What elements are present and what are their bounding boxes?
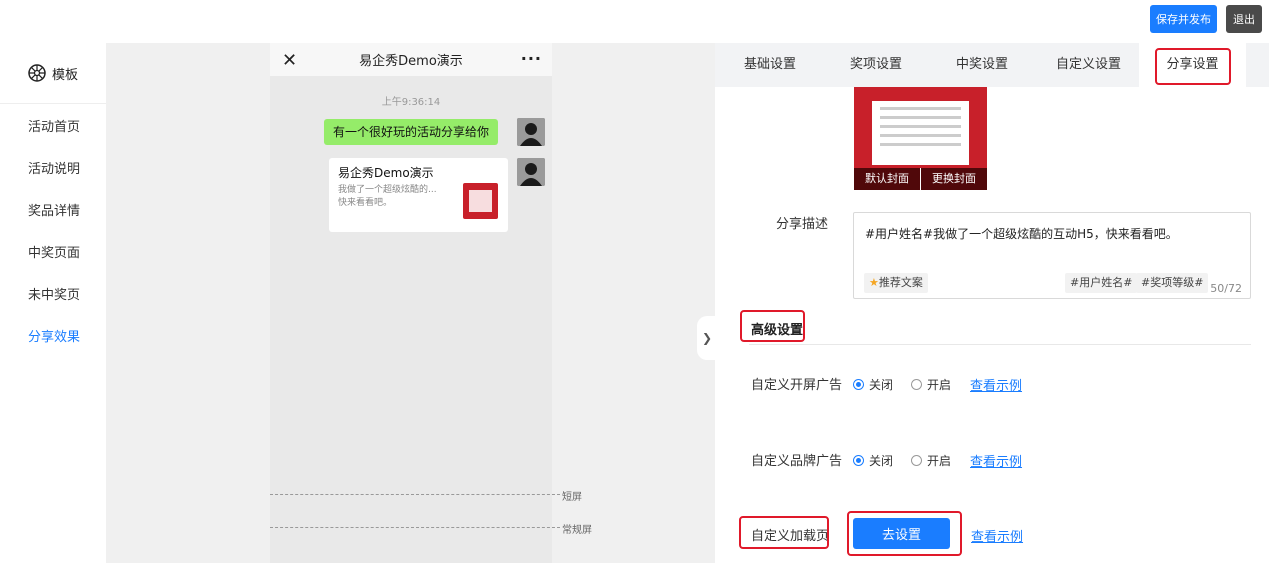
sidebar-item-home[interactable]: 活动首页	[0, 104, 106, 146]
tag-user-name[interactable]: #用户姓名#	[1065, 273, 1138, 293]
phone-header: ✕ 易企秀Demo演示 ···	[270, 43, 552, 76]
splash-ad-on-radio[interactable]: 开启	[911, 376, 951, 393]
normal-screen-line	[270, 527, 560, 528]
share-desc-text: #用户姓名#我做了一个超级炫酷的互动H5，快来看看吧。	[865, 227, 1178, 241]
tab-custom-settings[interactable]: 自定义设置	[1056, 43, 1121, 87]
share-desc-label: 分享描述	[776, 217, 829, 232]
splash-ad-example-link[interactable]: 查看示例	[970, 375, 1022, 394]
cover-signboard	[872, 101, 969, 165]
preview-canvas: ✕ 易企秀Demo演示 ··· 上午9:36:14 有一个很好玩的活动分享给你 …	[106, 43, 715, 563]
tab-basic-settings[interactable]: 基础设置	[744, 43, 796, 87]
recommend-copy-button[interactable]: ★推荐文案	[864, 273, 928, 293]
sidebar-item-description[interactable]: 活动说明	[0, 146, 106, 188]
sidebar-template[interactable]: 模板	[0, 43, 106, 104]
phone-title: 易企秀Demo演示	[359, 54, 463, 69]
sidebar-item-prize-details[interactable]: 奖品详情	[0, 188, 106, 230]
chat-bubble: 有一个很好玩的活动分享给你	[323, 119, 498, 145]
more-icon: ···	[520, 49, 542, 68]
tab-prize-settings[interactable]: 奖项设置	[850, 43, 902, 87]
brand-ad-off-label: 关闭	[869, 454, 894, 468]
normal-screen-label: 常规屏	[562, 525, 592, 536]
chevron-right-icon: ❯	[701, 331, 713, 345]
brand-ad-on-radio[interactable]: 开启	[911, 452, 951, 469]
share-card-title: 易企秀Demo演示	[338, 166, 434, 180]
brand-ad-off-radio[interactable]: 关闭	[853, 452, 893, 469]
loading-page-label: 自定义加载页	[751, 529, 830, 544]
sidebar-item-share-effect[interactable]: 分享效果	[0, 314, 106, 356]
sidebar-item-not-winning-page[interactable]: 未中奖页	[0, 272, 106, 314]
tab-share-settings[interactable]: 分享设置	[1139, 43, 1246, 87]
splash-ad-off-label: 关闭	[869, 378, 894, 392]
go-setup-button[interactable]: 去设置	[853, 518, 950, 549]
share-card-desc-line2: 快来看看吧。	[338, 198, 393, 208]
close-icon: ✕	[282, 50, 298, 71]
brand-ad-label: 自定义品牌广告	[751, 454, 843, 469]
message-time: 上午9:36:14	[381, 97, 441, 108]
char-counter: 50/72	[1210, 282, 1242, 295]
splash-ad-on-label: 开启	[927, 378, 952, 392]
exit-button[interactable]: 退出	[1226, 5, 1262, 33]
sidebar-item-winning-page[interactable]: 中奖页面	[0, 230, 106, 272]
share-card-desc-line1: 我做了一个超级炫酷的...	[338, 185, 437, 195]
divider	[749, 344, 1251, 345]
loading-page-example-link[interactable]: 查看示例	[971, 526, 1023, 545]
star-icon: ★	[869, 276, 879, 289]
splash-ad-label: 自定义开屏广告	[751, 378, 843, 393]
share-cover-image: 默认封面 更换封面	[854, 87, 987, 190]
recommend-copy-label: 推荐文案	[878, 276, 923, 289]
sidebar-template-label: 模板	[52, 67, 79, 83]
share-card-thumbnail	[463, 183, 498, 219]
tab-winning-settings[interactable]: 中奖设置	[956, 43, 1008, 87]
share-card: 易企秀Demo演示 我做了一个超级炫酷的... 快来看看吧。	[329, 158, 508, 232]
avatar	[517, 118, 545, 146]
collapse-panel-toggle[interactable]: ❯	[697, 316, 717, 360]
splash-ad-off-radio[interactable]: 关闭	[853, 376, 893, 393]
default-cover-button[interactable]: 默认封面	[854, 168, 920, 190]
brand-ad-on-label: 开启	[927, 454, 952, 468]
phone-preview: ✕ 易企秀Demo演示 ··· 上午9:36:14 有一个很好玩的活动分享给你 …	[270, 43, 552, 563]
change-cover-button[interactable]: 更换封面	[920, 168, 987, 190]
save-publish-button[interactable]: 保存并发布	[1150, 5, 1217, 33]
short-screen-label: 短屏	[562, 492, 582, 503]
settings-tabs: 基础设置 奖项设置 中奖设置 自定义设置 分享设置	[715, 43, 1269, 87]
sidebar: 模板 活动首页 活动说明 奖品详情 中奖页面 未中奖页 分享效果	[0, 43, 106, 563]
share-desc-input[interactable]: #用户姓名#我做了一个超级炫酷的互动H5，快来看看吧。 ★推荐文案 #用户姓名#…	[853, 212, 1251, 299]
top-bar: 保存并发布 退出	[0, 0, 1269, 43]
template-icon	[28, 64, 46, 82]
avatar	[517, 158, 545, 186]
tag-prize-level[interactable]: #奖项等级#	[1136, 273, 1209, 293]
short-screen-line	[270, 494, 560, 495]
settings-panel: 基础设置 奖项设置 中奖设置 自定义设置 分享设置 默认封面 更换封面 分享描述…	[715, 43, 1269, 563]
advanced-settings-title: 高级设置	[751, 323, 804, 338]
brand-ad-example-link[interactable]: 查看示例	[970, 451, 1022, 470]
